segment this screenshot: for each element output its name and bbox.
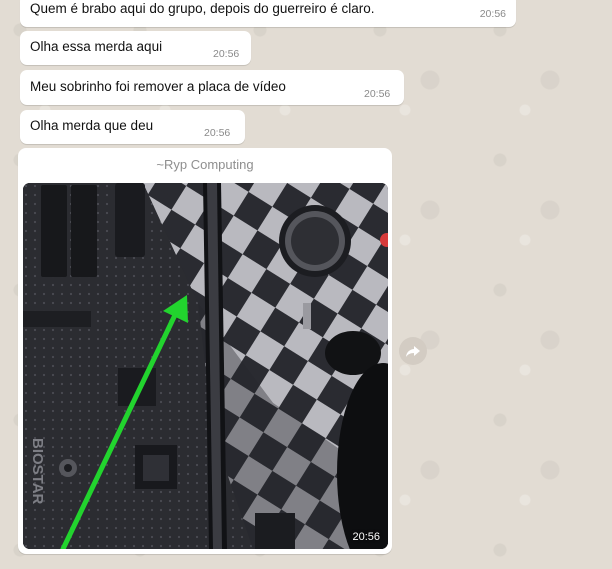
message-bubble[interactable]: Meu sobrinho foi remover a placa de víde… (20, 70, 404, 105)
message-photo[interactable]: BIOSTAR 20:56 (23, 183, 388, 549)
forward-arrow-icon (406, 346, 420, 357)
message-time: 20:56 (204, 127, 231, 139)
forward-button[interactable] (399, 337, 427, 365)
message-time: 20:56 (213, 48, 240, 60)
message-time: 20:56 (364, 88, 391, 100)
motherboard-photo: BIOSTAR (23, 183, 388, 549)
chat-area: Quem é brabo aqui do grupo, depois do gu… (0, 0, 612, 569)
board-brand-text: BIOSTAR (29, 438, 46, 505)
message-text: Meu sobrinho foi remover a placa de víde… (30, 79, 286, 94)
message-time: 20:56 (479, 8, 506, 20)
message-text: Olha essa merda aqui (30, 39, 163, 54)
forwarded-sender-name: ~Ryp Computing (156, 157, 254, 172)
message-bubble[interactable]: Olha merda que deu 20:56 (20, 110, 245, 144)
message-text: Quem é brabo aqui do grupo, depois do gu… (30, 1, 375, 16)
message-bubble[interactable]: Olha essa merda aqui 20:56 (20, 31, 251, 65)
message-bubble[interactable]: Quem é brabo aqui do grupo, depois do gu… (20, 0, 516, 27)
message-text: Olha merda que deu (30, 118, 154, 133)
image-message-bubble[interactable]: ~Ryp Computing BIOSTAR 20:56 (18, 148, 392, 554)
photo-time: 20:56 (352, 531, 380, 543)
